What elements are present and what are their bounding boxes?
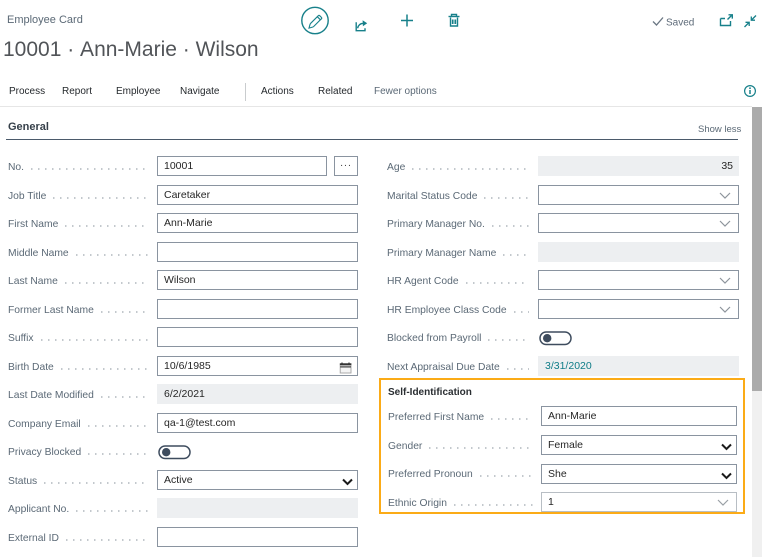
svg-text:Saved: Saved — [666, 18, 694, 29]
